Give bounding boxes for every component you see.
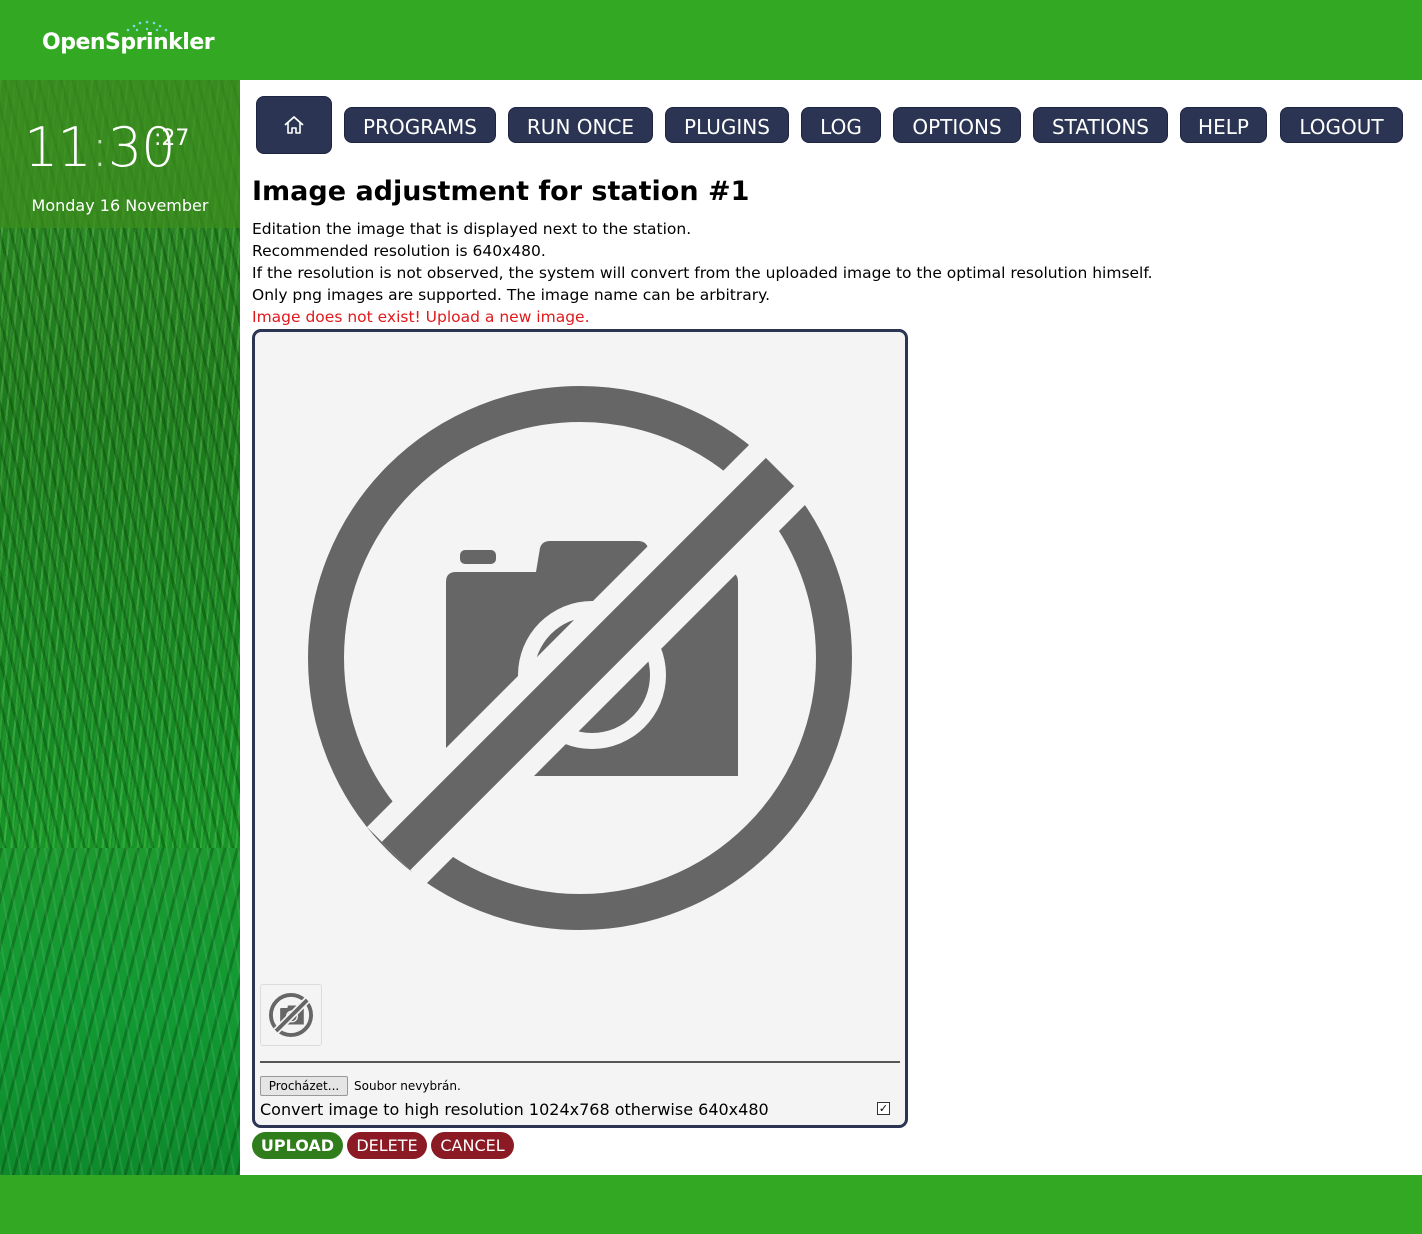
no-camera-thumbnail-icon <box>269 993 313 1037</box>
delete-button[interactable]: DELETE <box>347 1132 427 1159</box>
clock-seconds: :27 <box>154 126 190 151</box>
nav-stations-button[interactable]: STATIONS <box>1033 107 1168 143</box>
image-thumbnail[interactable] <box>260 984 322 1046</box>
nav-plugins-button[interactable]: PLUGINS <box>665 107 789 143</box>
convert-resolution-checkbox[interactable]: ✓ <box>877 1102 890 1115</box>
description-line: If the resolution is not observed, the s… <box>252 264 1153 282</box>
convert-resolution-label: Convert image to high resolution 1024x76… <box>260 1100 769 1119</box>
nav-logout-button[interactable]: LOGOUT <box>1280 107 1403 143</box>
home-button[interactable] <box>256 96 332 154</box>
nav-programs-button[interactable]: PROGRAMS <box>344 107 496 143</box>
no-file-selected-text: Soubor nevybrán. <box>354 1079 461 1093</box>
header-bar: OpenSprinkler <box>0 0 1422 80</box>
sidebar: 11:30 :27 Monday 16 November <box>0 80 240 1175</box>
clock-colon: : <box>90 116 109 179</box>
no-camera-icon <box>308 386 852 930</box>
upload-button[interactable]: UPLOAD <box>252 1132 343 1159</box>
description-line: Only png images are supported. The image… <box>252 286 771 304</box>
nav-log-button[interactable]: LOG <box>801 107 881 143</box>
clock-hours: 11 <box>24 116 92 179</box>
grass-background-lower <box>0 848 240 1175</box>
clock-panel: 11:30 :27 Monday 16 November <box>0 80 240 228</box>
nav-run-once-button[interactable]: RUN ONCE <box>508 107 653 143</box>
clock-date: Monday 16 November <box>31 196 209 215</box>
browse-file-button[interactable]: Procházet... <box>260 1076 348 1096</box>
cancel-button[interactable]: CANCEL <box>431 1132 514 1159</box>
error-message: Image does not exist! Upload a new image… <box>252 308 590 326</box>
clock-time: 11:30 <box>24 116 176 179</box>
sprinkler-spray-icon <box>126 20 168 32</box>
description-line: Editation the image that is displayed ne… <box>252 220 692 238</box>
page-title: Image adjustment for station #1 <box>252 176 750 207</box>
home-icon <box>284 116 304 134</box>
nav-options-button[interactable]: OPTIONS <box>893 107 1021 143</box>
footer-bar <box>0 1175 1422 1234</box>
nav-help-button[interactable]: HELP <box>1180 107 1267 143</box>
panel-divider <box>260 1061 900 1063</box>
description-line: Recommended resolution is 640x480. <box>252 242 546 260</box>
image-panel: Procházet... Soubor nevybrán. Convert im… <box>252 329 908 1128</box>
